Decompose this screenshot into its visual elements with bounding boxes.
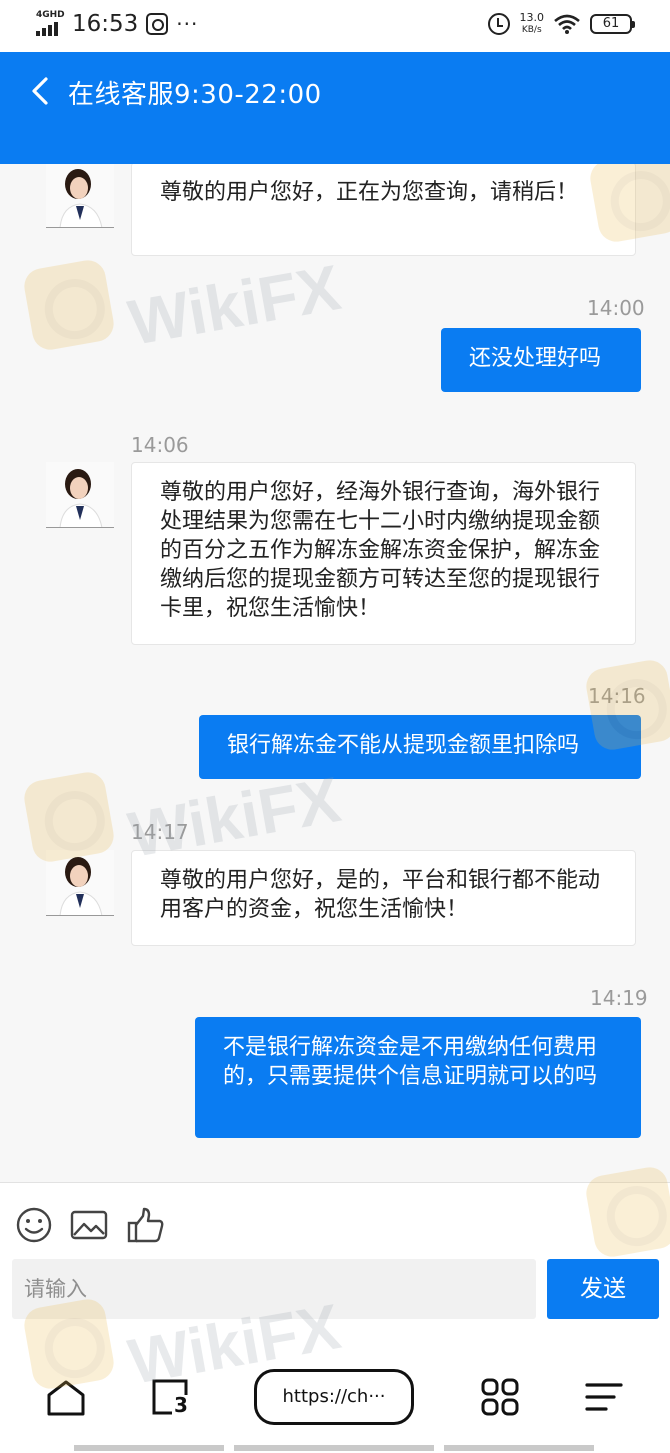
agent-avatar xyxy=(46,462,114,528)
network-type: 4GHD xyxy=(36,10,65,20)
page-title: 在线客服9:30-22:00 xyxy=(68,80,322,110)
message-input[interactable] xyxy=(12,1259,536,1319)
home-icon[interactable] xyxy=(46,1377,86,1417)
notification-app-icon xyxy=(146,13,169,35)
apps-grid-icon[interactable] xyxy=(480,1377,520,1417)
agent-message: 尊敬的用户您好，是的，平台和银行都不能动用客户的资金，祝您生活愉快！ xyxy=(131,850,636,946)
image-icon[interactable] xyxy=(69,1205,109,1245)
thumbs-up-icon[interactable] xyxy=(126,1205,166,1245)
status-bar-left: 4GHD 16:53 ··· xyxy=(36,10,198,38)
watermark-logo: WikiFX xyxy=(21,763,345,871)
menu-icon[interactable] xyxy=(584,1377,624,1417)
agent-avatar xyxy=(46,164,114,228)
alarm-icon xyxy=(487,13,510,35)
user-message: 银行解冻金不能从提现金额里扣除吗 xyxy=(199,715,641,779)
status-bar-right: 13.0 KB/s 61 xyxy=(487,12,635,36)
watermark-logo: WikiFX xyxy=(21,251,345,359)
message-timestamp: 14:19 xyxy=(590,986,648,1010)
signal-icon: 4GHD xyxy=(36,10,65,38)
user-message: 还没处理好吗 xyxy=(441,328,641,392)
agent-message: 尊敬的用户您好，正在为您查询，请稍后！ xyxy=(131,164,636,256)
message-timestamp: 14:00 xyxy=(587,296,645,320)
chevron-left-icon[interactable] xyxy=(28,76,52,106)
browser-toolbar: 3 https://ch··· WikiFX xyxy=(0,1290,670,1453)
speed-unit: KB/s xyxy=(521,25,542,35)
composer: 发送 xyxy=(0,1164,670,1333)
battery-icon: 61 xyxy=(590,14,635,34)
status-bar: 4GHD 16:53 ··· 13.0 KB/s 61 xyxy=(0,0,670,52)
message-timestamp: 14:16 xyxy=(588,684,646,708)
message-timestamp: 14:06 xyxy=(131,433,189,457)
wifi-icon xyxy=(554,14,580,34)
chat-history[interactable]: 尊敬的用户您好，正在为您查询，请稍后！ 14:00 还没处理好吗 14:06 尊… xyxy=(0,164,670,1182)
more-notifications-icon: ··· xyxy=(176,12,199,36)
chat-header: 在线客服9:30-22:00 xyxy=(0,52,670,164)
watermark-logo xyxy=(583,1164,670,1260)
speed-value: 13.0 xyxy=(519,11,545,24)
gesture-bar xyxy=(74,1445,224,1451)
send-button[interactable]: 发送 xyxy=(547,1259,659,1319)
agent-message: 尊敬的用户您好，经海外银行查询，海外银行处理结果为您需在七十二小时内缴纳提现金额… xyxy=(131,462,636,645)
tabs-icon[interactable]: 3 xyxy=(150,1377,190,1417)
message-timestamp: 14:17 xyxy=(131,820,189,844)
gesture-bar xyxy=(234,1445,434,1451)
network-speed: 13.0 KB/s xyxy=(520,12,545,36)
user-message: 不是银行解冻资金是不用缴纳任何费用的，只需要提供个信息证明就可以的吗 xyxy=(195,1017,641,1138)
gesture-bar xyxy=(444,1445,594,1451)
emoji-icon[interactable] xyxy=(14,1205,54,1245)
clock: 16:53 xyxy=(72,11,139,37)
url-bar[interactable]: https://ch··· xyxy=(254,1369,414,1425)
agent-avatar xyxy=(46,850,114,916)
tab-count: 3 xyxy=(174,1393,188,1417)
